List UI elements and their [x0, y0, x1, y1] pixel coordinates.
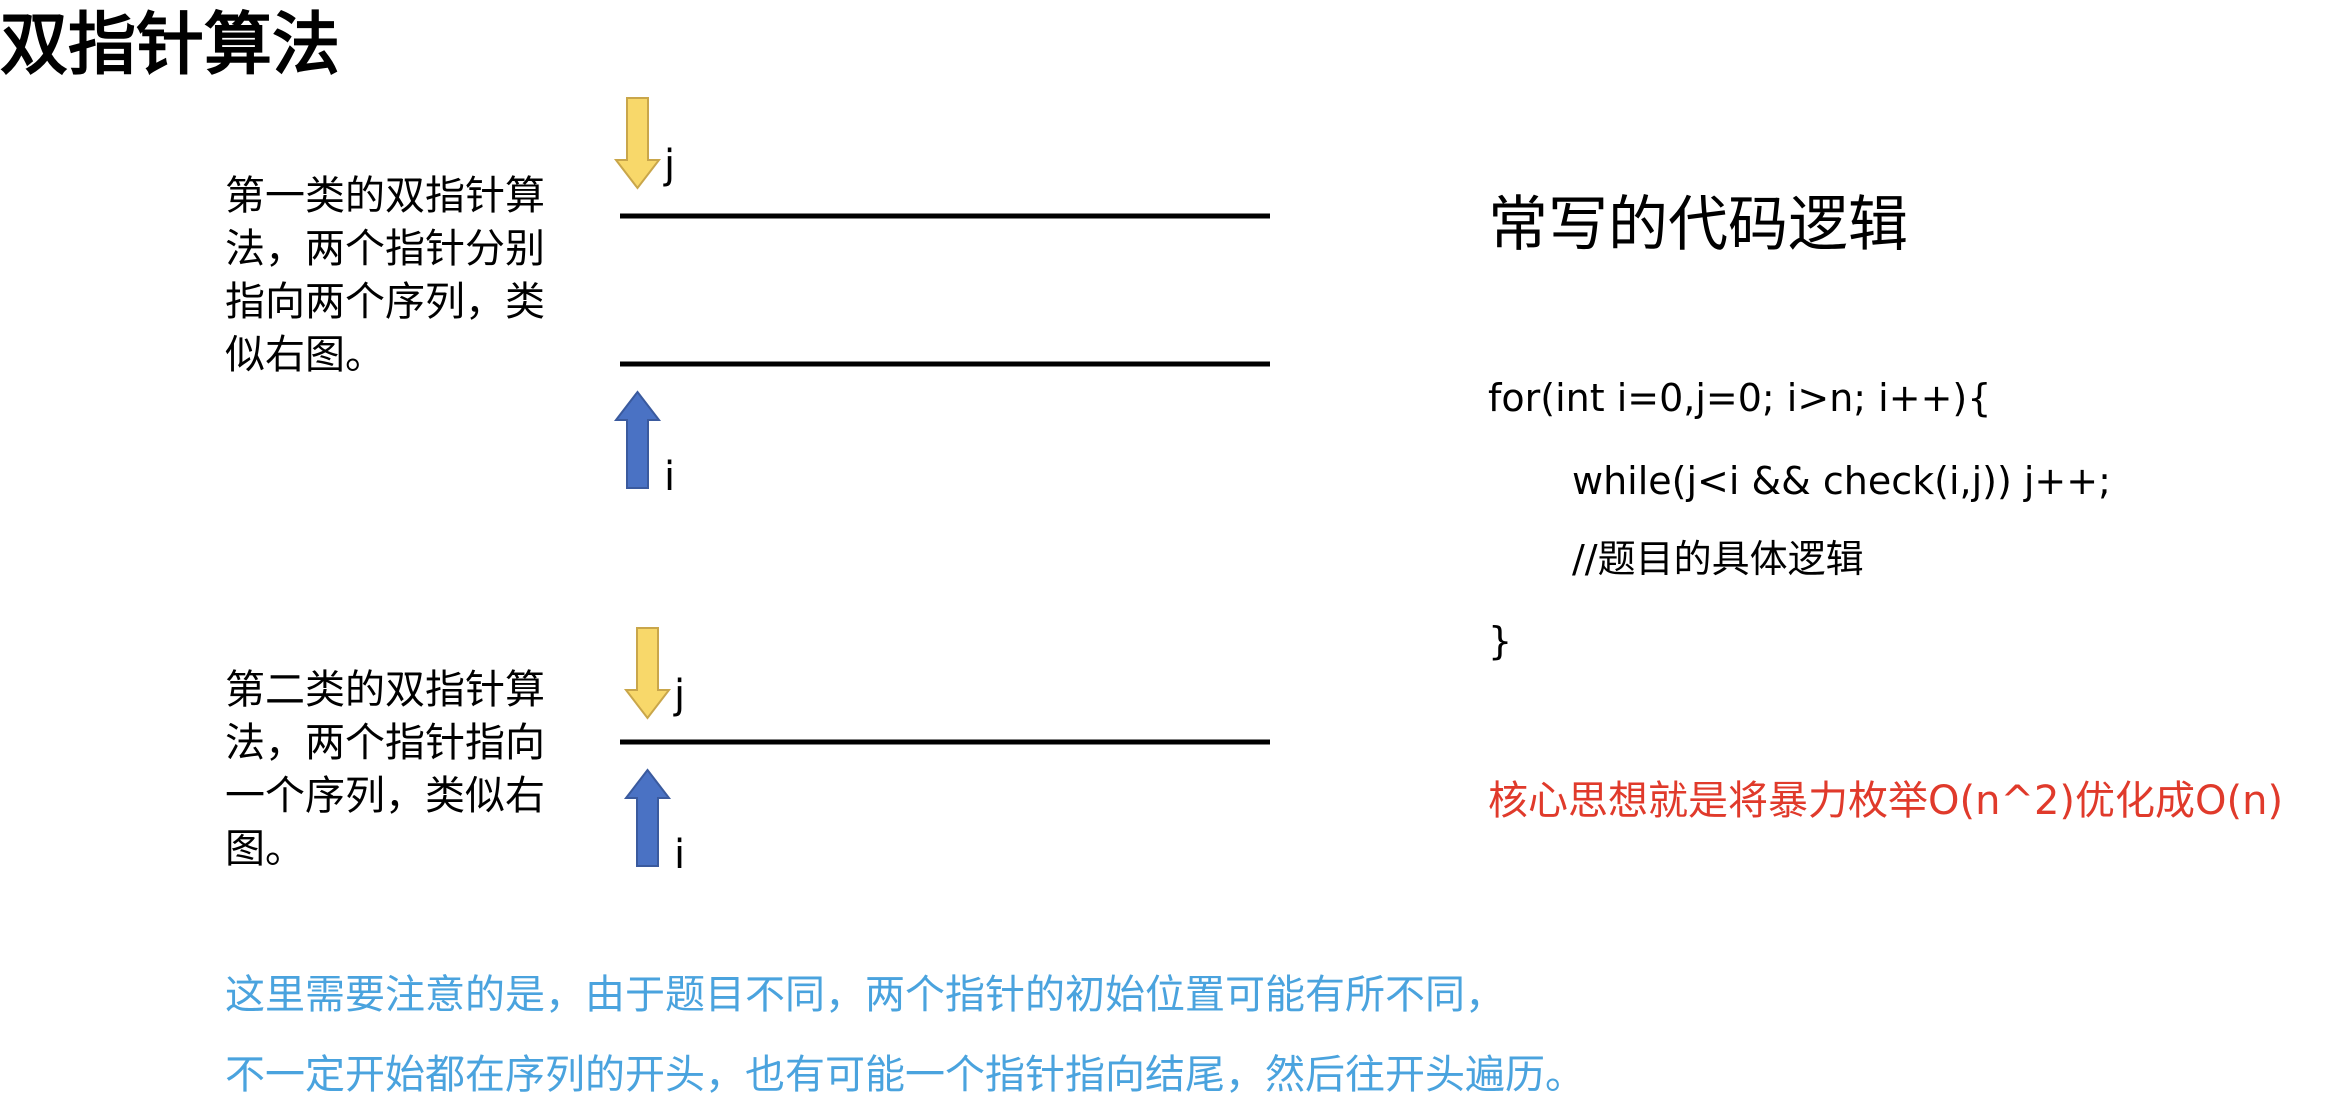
code-line: //题目的具体逻辑: [1572, 537, 1864, 581]
code-line: for(int i=0,j=0; i>n; i++){: [1488, 376, 1992, 420]
note-line: 不一定开始都在序列的开头，也有可能一个指针指向结尾，然后往开头遍历。: [225, 1052, 1585, 1098]
core-idea-text: 核心思想就是将暴力枚举O(n^2)优化成O(n): [1488, 778, 2284, 824]
pointer-label-i: i: [664, 454, 675, 500]
pointer-label-i: i: [674, 832, 685, 878]
pointer-label-j: j: [673, 672, 685, 718]
pointer-label-j: j: [663, 142, 675, 188]
code-line: }: [1488, 619, 1513, 663]
code-line: while(j<i && check(i,j)) j++;: [1572, 459, 2111, 503]
down-arrow-icon: [623, 627, 672, 720]
up-arrow-icon: [623, 768, 672, 867]
pointer-diagram: j i j i: [613, 97, 1270, 878]
up-arrow-icon: [613, 390, 662, 489]
note-line: 这里需要注意的是，由于题目不同，两个指针的初始位置可能有所不同，: [225, 972, 1505, 1018]
down-arrow-icon: [613, 97, 662, 190]
code-heading: 常写的代码逻辑: [1488, 190, 1908, 260]
